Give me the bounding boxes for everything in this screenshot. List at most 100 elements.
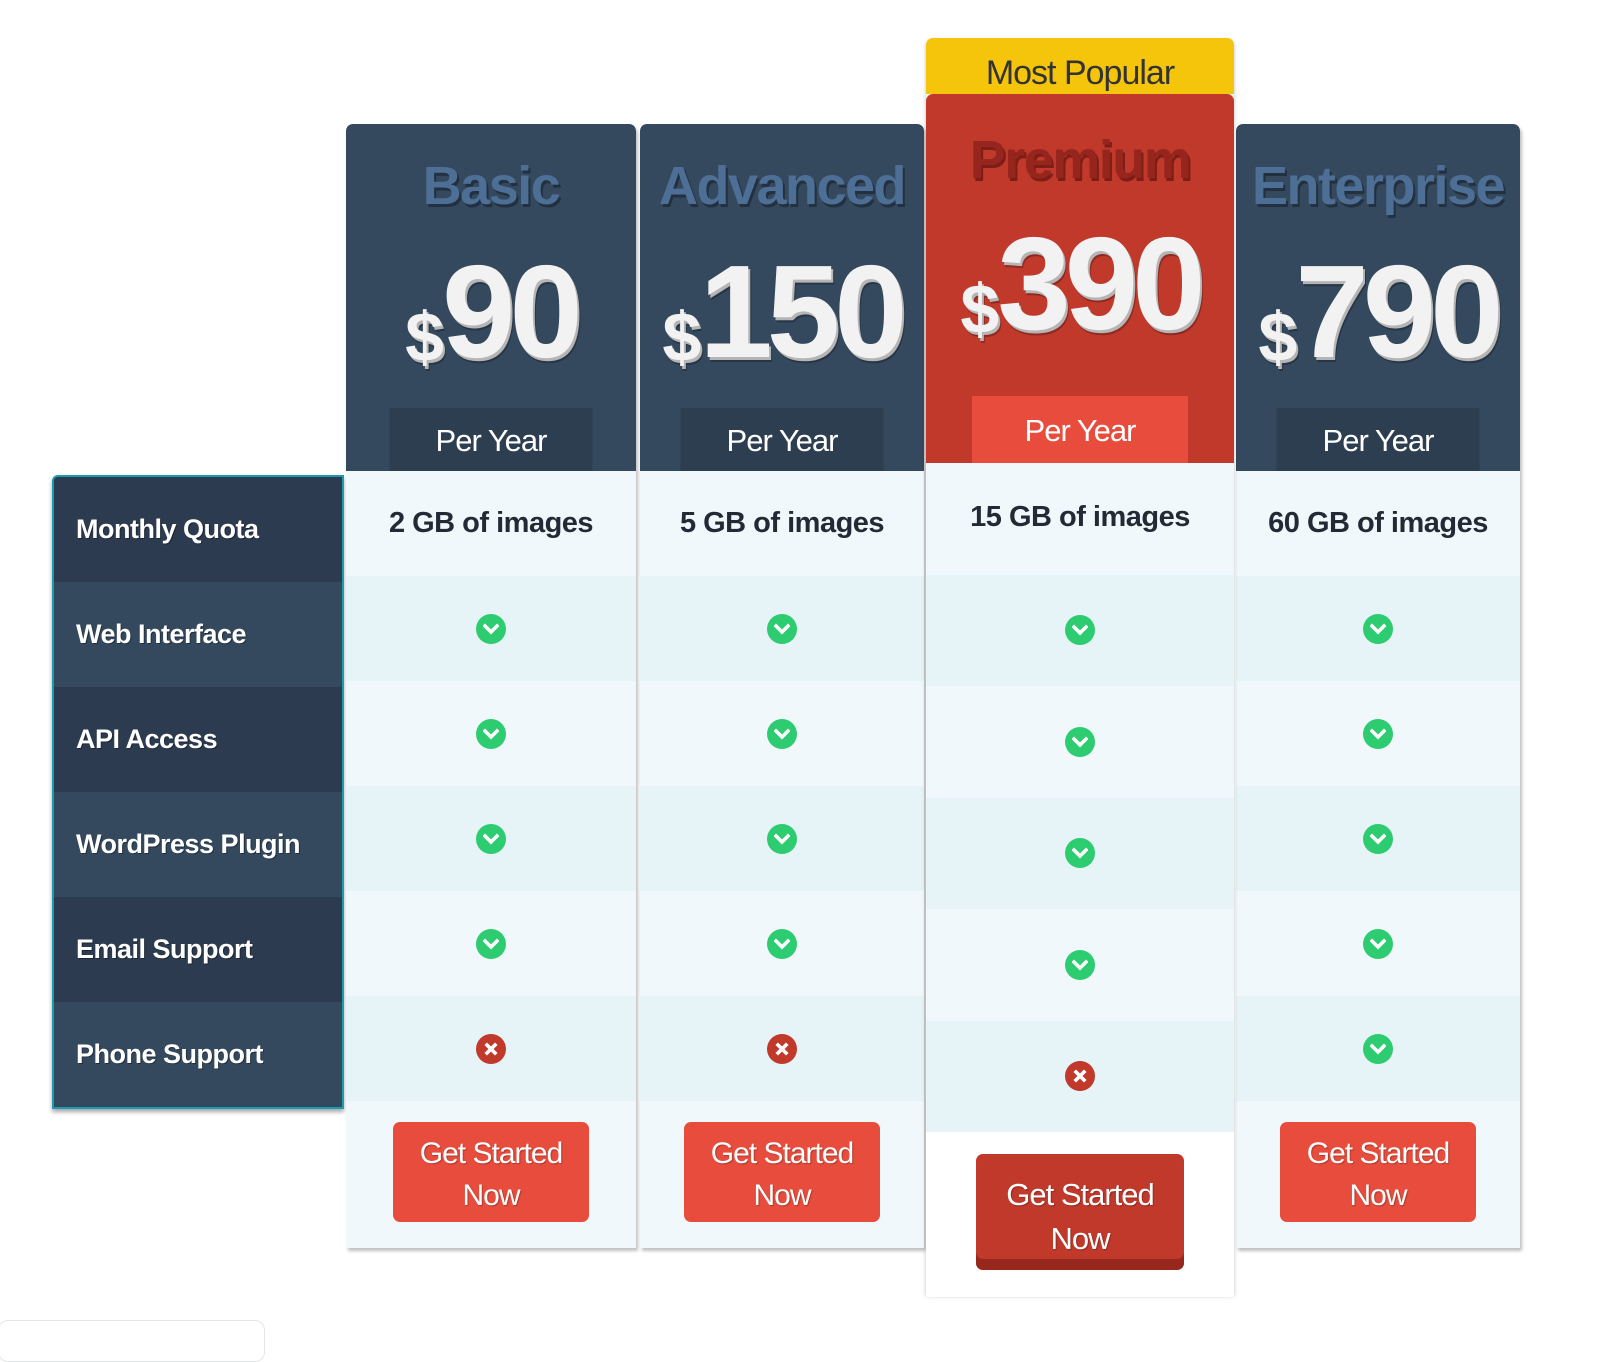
cta-line-2: Now (1050, 1221, 1110, 1256)
quota-cell: 15 GB of images (926, 463, 1234, 575)
currency-symbol: $ (405, 298, 444, 376)
x-circle-icon (476, 1033, 506, 1064)
feature-cell-wordpress-plugin (346, 786, 636, 891)
currency-symbol: $ (662, 298, 701, 376)
check-circle-icon (1363, 718, 1393, 749)
plan-features: 60 GB of images (1236, 471, 1520, 1101)
plan-name: Enterprise (1251, 156, 1506, 216)
feature-label-web-interface: Web Interface (54, 582, 342, 687)
price-amount: 390 (997, 210, 1205, 357)
check-circle-icon (476, 718, 506, 749)
cta-line-2: Now (753, 1179, 811, 1212)
feature-labels: Monthly Quota Web Interface API Access W… (52, 475, 344, 1109)
feature-cell-phone-support (1236, 996, 1520, 1101)
feature-cell-api-access (926, 686, 1234, 798)
quota-cell: 5 GB of images (640, 471, 924, 576)
plan-header: Premium $390 Per Year (926, 94, 1234, 463)
quota-cell: 60 GB of images (1236, 471, 1520, 576)
get-started-button[interactable]: Get Started Now (1280, 1122, 1476, 1222)
quota-value: 5 GB of images (679, 507, 885, 539)
x-circle-icon (1065, 1061, 1095, 1092)
check-circle-icon (476, 928, 506, 959)
plan-features: 2 GB of images (346, 471, 636, 1101)
check-circle-icon (1065, 615, 1095, 646)
cta-line-1: Get Started (1006, 1177, 1155, 1212)
cta-line-1: Get Started (419, 1137, 563, 1170)
feature-cell-web-interface (1236, 576, 1520, 681)
plan-price: $150 (640, 246, 924, 378)
plan-column-advanced: Advanced $150 Per Year 5 GB of images Ge… (640, 124, 924, 1248)
billing-period: Per Year (680, 408, 884, 471)
check-circle-icon (1065, 838, 1095, 869)
plan-features: 15 GB of images (926, 463, 1234, 1132)
price-amount: 790 (1295, 238, 1503, 385)
feature-cell-api-access (640, 681, 924, 786)
feature-cell-phone-support (926, 1020, 1234, 1132)
feature-cell-email-support (926, 909, 1234, 1021)
plan-footer: Get Started Now (640, 1101, 924, 1248)
price-amount: 90 (442, 238, 583, 385)
plan-features: 5 GB of images (640, 471, 924, 1101)
plan-header: Enterprise $790 Per Year (1236, 124, 1520, 471)
feature-cell-email-support (640, 891, 924, 996)
cta-line-1: Get Started (1306, 1137, 1450, 1170)
plan-column-basic: Basic $90 Per Year 2 GB of images Get St… (346, 124, 636, 1248)
check-circle-icon (767, 928, 797, 959)
plan-price: $90 (346, 246, 636, 378)
plan-footer: Get Started Now (926, 1132, 1234, 1297)
feature-cell-wordpress-plugin (640, 786, 924, 891)
feature-label-wordpress-plugin: WordPress Plugin (54, 792, 342, 897)
check-circle-icon (476, 823, 506, 854)
price-amount: 150 (699, 238, 907, 385)
currency-symbol: $ (1258, 298, 1297, 376)
plan-name: Advanced (658, 156, 907, 216)
plan-header: Basic $90 Per Year (346, 124, 636, 471)
feature-cell-web-interface (640, 576, 924, 681)
check-circle-icon (1363, 823, 1393, 854)
check-circle-icon (767, 718, 797, 749)
get-started-button[interactable]: Get Started Now (684, 1122, 880, 1222)
feature-cell-web-interface (346, 576, 636, 681)
bottom-panel-edge (0, 1320, 265, 1362)
get-started-button[interactable]: Get Started Now (976, 1154, 1184, 1270)
billing-period: Per Year (1276, 408, 1480, 471)
billing-period: Per Year (389, 408, 593, 471)
feature-label-phone-support: Phone Support (54, 1002, 342, 1107)
cta-line-2: Now (462, 1179, 520, 1212)
plan-footer: Get Started Now (346, 1101, 636, 1248)
check-circle-icon (1065, 949, 1095, 980)
most-popular-badge: Most Popular (926, 38, 1234, 94)
feature-cell-web-interface (926, 574, 1234, 686)
plan-price: $790 (1236, 246, 1520, 378)
check-circle-icon (1363, 613, 1393, 644)
feature-label-api-access: API Access (54, 687, 342, 792)
feature-cell-api-access (346, 681, 636, 786)
check-circle-icon (1363, 928, 1393, 959)
get-started-button[interactable]: Get Started Now (393, 1122, 589, 1222)
feature-cell-phone-support (346, 996, 636, 1101)
billing-period: Per Year (972, 396, 1188, 463)
check-circle-icon (1065, 726, 1095, 757)
plan-column-premium: Most Popular Premium $390 Per Year 15 GB… (926, 38, 1234, 1297)
check-circle-icon (1363, 1033, 1393, 1064)
cta-line-2: Now (1349, 1179, 1407, 1212)
feature-cell-api-access (1236, 681, 1520, 786)
quota-value: 2 GB of images (388, 507, 594, 539)
plan-price: $390 (926, 218, 1234, 350)
feature-cell-wordpress-plugin (1236, 786, 1520, 891)
check-circle-icon (476, 613, 506, 644)
feature-cell-wordpress-plugin (926, 797, 1234, 909)
check-circle-icon (767, 823, 797, 854)
feature-cell-email-support (346, 891, 636, 996)
plan-name: Basic (422, 156, 561, 216)
quota-cell: 2 GB of images (346, 471, 636, 576)
x-circle-icon (767, 1033, 797, 1064)
plan-name: Premium (969, 130, 1192, 190)
quota-value: 15 GB of images (970, 501, 1190, 533)
plan-column-enterprise: Enterprise $790 Per Year 60 GB of images… (1236, 124, 1520, 1248)
quota-value: 60 GB of images (1268, 507, 1488, 539)
feature-cell-phone-support (640, 996, 924, 1101)
feature-label-email-support: Email Support (54, 897, 342, 1002)
currency-symbol: $ (960, 270, 999, 348)
feature-label-monthly-quota: Monthly Quota (54, 477, 342, 582)
